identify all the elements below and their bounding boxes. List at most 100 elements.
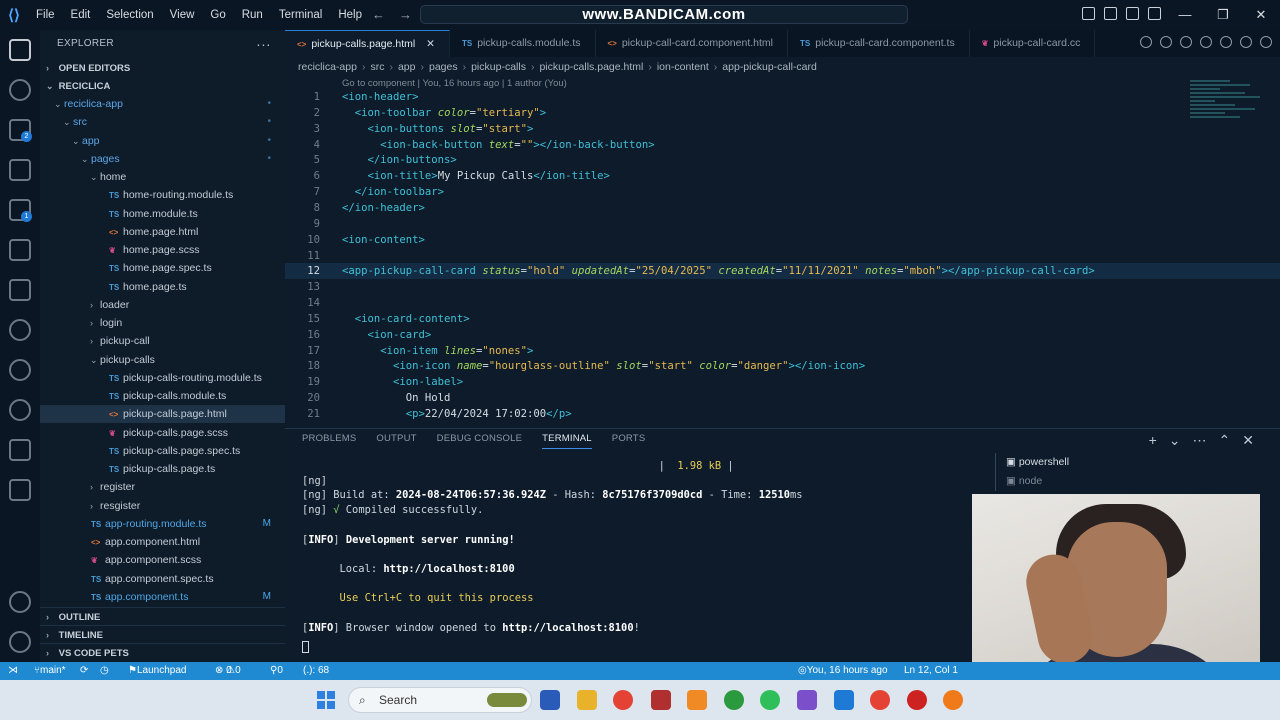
new-terminal-icon[interactable]: +: [1149, 432, 1169, 448]
file-home-routing-module-ts[interactable]: TS home-routing.module.ts: [40, 186, 285, 204]
code-line[interactable]: 10 <ion-content>: [285, 232, 1280, 248]
toggle-panel-icon[interactable]: [1104, 7, 1117, 20]
search-icon[interactable]: [9, 79, 31, 101]
git-graph-icon[interactable]: [9, 319, 31, 341]
breadcrumb-item[interactable]: src: [370, 61, 384, 73]
code-line[interactable]: 18 <ion-icon name="hourglass-outline" sl…: [285, 358, 1280, 374]
ports-status[interactable]: ⚲ 0: [270, 662, 283, 680]
app-icon[interactable]: [797, 690, 817, 710]
docker-icon[interactable]: [9, 279, 31, 301]
remote-explorer-icon[interactable]: [9, 399, 31, 421]
code-line[interactable]: 13: [285, 279, 1280, 295]
chevron-down-icon[interactable]: ⌄: [1169, 432, 1193, 448]
windows-start-icon[interactable]: [317, 691, 335, 709]
firefox-icon[interactable]: [943, 690, 963, 710]
tab-problems[interactable]: PROBLEMS: [302, 433, 356, 449]
cursor-info[interactable]: (.): 68: [303, 662, 329, 680]
tab-debug-console[interactable]: DEBUG CONSOLE: [437, 433, 522, 449]
menu-selection[interactable]: Selection: [98, 9, 161, 21]
split-editor-icon[interactable]: [1240, 36, 1252, 48]
folder-pickup-call[interactable]: › pickup-call: [40, 332, 285, 350]
code-line[interactable]: 5 </ion-buttons>: [285, 152, 1280, 168]
folder-home[interactable]: ⌄ home: [40, 168, 285, 186]
breadcrumb-item[interactable]: app: [398, 61, 416, 73]
testing-icon[interactable]: [9, 439, 31, 461]
xbox-icon[interactable]: [724, 690, 744, 710]
code-line[interactable]: 15 <ion-card-content>: [285, 311, 1280, 327]
more-actions-icon[interactable]: ···: [256, 30, 271, 58]
code-line[interactable]: 4 <ion-back-button text=""></ion-back-bu…: [285, 137, 1280, 153]
run-icon[interactable]: [1220, 36, 1232, 48]
remote-icon[interactable]: ⋊: [8, 662, 18, 680]
compare-icon[interactable]: [1200, 36, 1212, 48]
code-line[interactable]: 3 <ion-buttons slot="start">: [285, 121, 1280, 137]
code-editor[interactable]: 1 <ion-header> 2 <ion-toolbar color="terti…: [285, 89, 1280, 423]
line-col-status[interactable]: Ln 12, Col 1: [904, 662, 958, 680]
sync-icon[interactable]: ⟳: [80, 662, 88, 680]
sublime-icon[interactable]: [687, 690, 707, 710]
breadcrumb-item[interactable]: app-pickup-call-card: [722, 61, 817, 73]
vscode-taskbar-icon[interactable]: [834, 690, 854, 710]
toggle-sidebar-icon[interactable]: [1082, 7, 1095, 20]
code-line[interactable]: 11: [285, 248, 1280, 264]
terminal-item-node[interactable]: ▣ node: [995, 472, 1265, 491]
file-pickup-calls-page-scss[interactable]: ❦ pickup-calls.page.scss: [40, 424, 285, 442]
folder-reciclica-app[interactable]: ⌄ reciclica-app •: [40, 95, 285, 113]
go-back-icon[interactable]: [1160, 36, 1172, 48]
menu-run[interactable]: Run: [234, 9, 271, 21]
tab-pickup-calls-module-ts[interactable]: TS pickup-calls.module.ts: [450, 30, 596, 57]
chrome-profile-icon[interactable]: [870, 690, 890, 710]
folder-loader[interactable]: › loader: [40, 296, 285, 314]
comments-icon[interactable]: [9, 479, 31, 501]
file-app-component-spec-ts[interactable]: TS app.component.spec.ts: [40, 570, 285, 588]
code-line[interactable]: 9: [285, 216, 1280, 232]
close-tab-icon[interactable]: ✕: [426, 38, 435, 50]
file-home-module-ts[interactable]: TS home.module.ts: [40, 205, 285, 223]
tab-pickup-calls-page-html[interactable]: <> pickup-calls.page.html ✕: [285, 30, 450, 57]
menu-go[interactable]: Go: [202, 9, 233, 21]
taskbar-search[interactable]: ⌕ Search: [348, 687, 532, 713]
code-line[interactable]: 21 <p>22/04/2024 17:02:00</p>: [285, 406, 1280, 422]
code-line[interactable]: 19 <ion-label>: [285, 374, 1280, 390]
folder-app[interactable]: ⌄ app •: [40, 132, 285, 150]
codelens[interactable]: Go to component | You, 16 hours ago | 1 …: [342, 78, 567, 89]
tab-ports[interactable]: PORTS: [612, 433, 646, 449]
outline-section[interactable]: › OUTLINE: [40, 607, 285, 625]
file-app-component-html[interactable]: <> app.component.html: [40, 533, 285, 551]
file-home-page-ts[interactable]: TS home.page.ts: [40, 278, 285, 296]
code-line[interactable]: 2 <ion-toolbar color="tertiary">: [285, 105, 1280, 121]
open-editors-section[interactable]: › OPEN EDITORS: [40, 59, 285, 77]
project-section[interactable]: ⌄ RECICLICA: [40, 77, 285, 95]
customize-layout-icon[interactable]: [1148, 7, 1161, 20]
code-line[interactable]: 8 </ion-header>: [285, 200, 1280, 216]
problems-status[interactable]: ⊗ 0 ⚠ 0: [215, 662, 241, 680]
code-line[interactable]: 20 On Hold: [285, 390, 1280, 406]
code-line[interactable]: 16 <ion-card>: [285, 327, 1280, 343]
file-home-page-html[interactable]: <> home.page.html: [40, 223, 285, 241]
tab-output[interactable]: OUTPUT: [376, 433, 416, 449]
more-actions-icon[interactable]: [1260, 36, 1272, 48]
history-icon[interactable]: ◷: [100, 662, 109, 680]
menu-file[interactable]: File: [28, 9, 63, 21]
terminal-item-powershell[interactable]: ▣ powershell: [995, 453, 1265, 472]
file-app-routing-module-ts[interactable]: TS app-routing.module.ts M: [40, 515, 285, 533]
settings-gear-icon[interactable]: [9, 631, 31, 653]
file-home-page-spec-ts[interactable]: TS home.page.spec.ts: [40, 259, 285, 277]
folder-src[interactable]: ⌄ src •: [40, 113, 285, 131]
minimap[interactable]: [1190, 78, 1270, 178]
code-line[interactable]: 14: [285, 295, 1280, 311]
close-panel-icon[interactable]: ✕: [1242, 432, 1266, 448]
folder-register[interactable]: › register: [40, 478, 285, 496]
code-line[interactable]: 1 <ion-header>: [285, 89, 1280, 105]
file-explorer-icon[interactable]: [577, 690, 597, 710]
minimize-icon[interactable]: —: [1166, 0, 1204, 30]
breadcrumb-item[interactable]: pages: [429, 61, 458, 73]
tab-pickup-call-card-scss[interactable]: ❦ pickup-call-card.cc: [970, 30, 1096, 57]
code-line[interactable]: 6 <ion-title>My Pickup Calls</ion-title>: [285, 168, 1280, 184]
timeline-section[interactable]: › TIMELINE: [40, 625, 285, 643]
command-center[interactable]: www.BANDICAM.com: [420, 5, 908, 24]
file-app-component-ts[interactable]: TS app.component.ts M: [40, 588, 285, 606]
breadcrumb-item[interactable]: ion-content: [657, 61, 709, 73]
menu-help[interactable]: Help: [330, 9, 370, 21]
close-icon[interactable]: ✕: [1242, 0, 1280, 30]
